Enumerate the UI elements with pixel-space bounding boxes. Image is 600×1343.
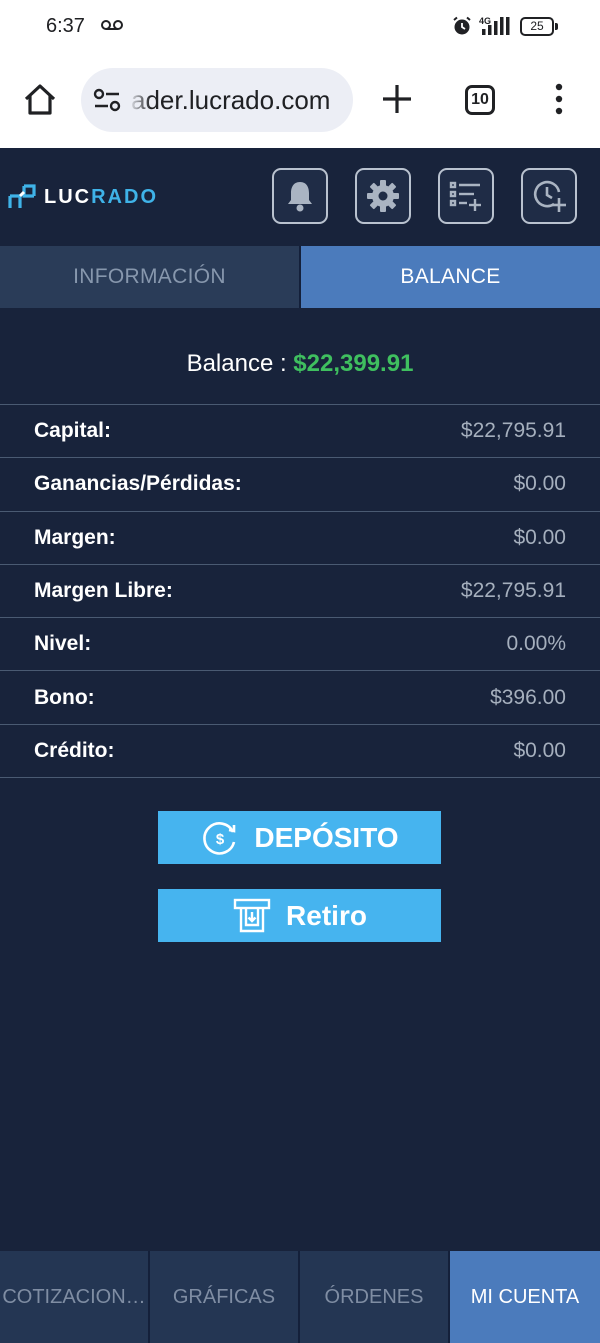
nav-orders[interactable]: ÓRDENES — [300, 1251, 448, 1343]
row-value: $22,795.91 — [460, 579, 566, 603]
row-label: Crédito: — [34, 738, 115, 762]
row-margin: Margen: $0.00 — [0, 512, 600, 565]
deposit-icon: $ — [203, 821, 236, 855]
row-label: Capital: — [34, 419, 112, 443]
add-pending-order-button[interactable] — [521, 168, 577, 224]
notifications-button[interactable] — [272, 168, 328, 224]
home-icon[interactable] — [22, 82, 58, 118]
logo-text-part2: RADO — [91, 185, 158, 208]
clock-add-icon — [533, 180, 566, 212]
row-label: Ganancias/Pérdidas: — [34, 472, 242, 496]
row-label: Nivel: — [34, 632, 92, 656]
row-value: 0.00% — [506, 632, 566, 656]
logo-text-part1: LUC — [44, 185, 92, 208]
row-label: Margen Libre: — [34, 579, 173, 603]
status-time: 6:37 — [46, 15, 85, 37]
row-value: $22,795.91 — [460, 419, 566, 443]
row-label: Margen: — [34, 525, 116, 549]
balance-label: Balance : — [186, 350, 294, 377]
balance-amount: $22,399.91 — [293, 350, 414, 377]
battery-level: 25 — [520, 17, 554, 36]
row-free-margin: Margen Libre: $22,795.91 — [0, 565, 600, 619]
nav-quotes[interactable]: COTIZACION… — [0, 1251, 148, 1343]
svg-text:$: $ — [216, 831, 225, 848]
tab-switcher-button[interactable]: 10 — [465, 85, 495, 115]
row-label: Bono: — [34, 685, 95, 709]
account-summary-list: Capital: $22,795.91 Ganancias/Pérdidas: … — [0, 404, 600, 779]
logo-mark-icon — [8, 184, 36, 208]
row-value: $396.00 — [490, 685, 566, 709]
gear-icon — [367, 180, 399, 212]
network-type: 4G — [479, 16, 491, 26]
account-tabs: INFORMACIÓN BALANCE — [0, 246, 600, 308]
voicemail-icon — [101, 20, 123, 30]
url-text: ader.lucrado.com — [131, 85, 331, 115]
site-settings-icon[interactable] — [93, 88, 121, 112]
row-level: Nivel: 0.00% — [0, 618, 600, 672]
logo-text: LUCRADO — [44, 186, 158, 209]
address-bar[interactable]: ader.lucrado.com — [81, 68, 353, 132]
status-bar: 6:37 4G 25 — [0, 0, 600, 54]
row-value: $0.00 — [513, 472, 566, 496]
battery-icon: 25 — [520, 17, 558, 36]
more-menu-icon[interactable] — [552, 82, 566, 116]
deposit-label: DEPÓSITO — [254, 821, 399, 853]
signal-icon: 4G — [479, 16, 510, 35]
list-add-icon — [449, 181, 481, 211]
row-value: $0.00 — [513, 738, 566, 762]
row-capital: Capital: $22,795.91 — [0, 405, 600, 459]
app-header: LUCRADO — [0, 148, 600, 246]
settings-button[interactable] — [355, 168, 411, 224]
row-profit-loss: Ganancias/Pérdidas: $0.00 — [0, 458, 600, 512]
row-value: $0.00 — [513, 525, 566, 549]
tab-information[interactable]: INFORMACIÓN — [0, 246, 299, 308]
alarm-icon — [453, 16, 471, 35]
balance-heading: Balance : $22,399.91 — [0, 350, 600, 378]
bottom-navigation: COTIZACION… GRÁFICAS ÓRDENES MI CUENTA — [0, 1251, 600, 1343]
withdraw-label: Retiro — [286, 899, 367, 931]
add-watchlist-button[interactable] — [438, 168, 494, 224]
withdraw-button[interactable]: Retiro — [158, 889, 441, 942]
nav-charts[interactable]: GRÁFICAS — [150, 1251, 298, 1343]
browser-toolbar: ader.lucrado.com 10 — [0, 54, 600, 148]
atm-withdraw-icon — [233, 898, 271, 932]
lucrado-logo[interactable]: LUCRADO — [8, 184, 158, 210]
deposit-button[interactable]: $ DEPÓSITO — [158, 811, 441, 864]
nav-my-account[interactable]: MI CUENTA — [450, 1251, 600, 1343]
tab-balance[interactable]: BALANCE — [301, 246, 600, 308]
new-tab-icon[interactable] — [380, 82, 414, 116]
row-credit: Crédito: $0.00 — [0, 725, 600, 779]
row-bonus: Bono: $396.00 — [0, 671, 600, 725]
bell-icon — [288, 182, 312, 212]
